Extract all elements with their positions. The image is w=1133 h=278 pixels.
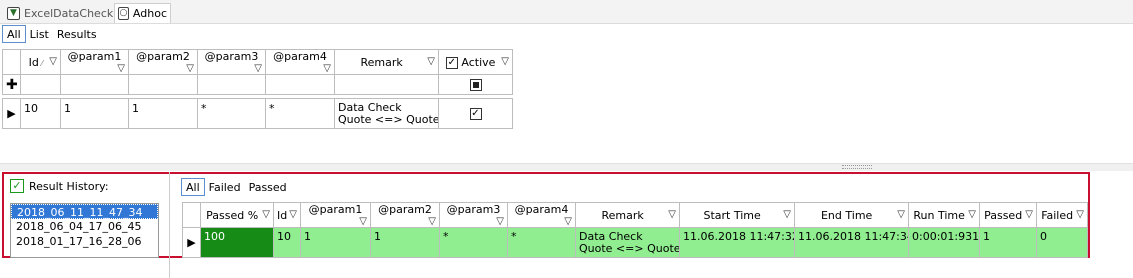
col-param1-header[interactable]: @param1 ▽ — [60, 49, 129, 75]
splitter-grip[interactable] — [842, 165, 872, 169]
top-subtabs: All List Results — [2, 25, 101, 43]
col-id-header[interactable]: Id ▽ — [273, 202, 301, 228]
col-param2-header[interactable]: @param2 ▽ — [370, 202, 440, 228]
filter-icon[interactable]: ▽ — [289, 209, 297, 220]
col-param3-header[interactable]: @param3 ▽ — [197, 49, 266, 75]
filter-icon[interactable]: ▽ — [323, 63, 331, 74]
filter-icon[interactable]: ▽ — [117, 63, 125, 74]
result-history-header: ✓ Result History: — [10, 179, 109, 193]
panel-divider — [169, 172, 170, 278]
filter-icon[interactable]: ▽ — [262, 209, 270, 220]
definition-grid: Id ⁄ ▽ @param1 ▽ @param2 ▽ @param3 ▽ @param4… — [2, 49, 513, 129]
new-row[interactable]: ✚ — [2, 74, 513, 95]
col-end-time-header[interactable]: End Time ▽ — [794, 202, 909, 228]
tab-all[interactable]: All — [181, 178, 205, 196]
col-param1-header[interactable]: @param1 ▽ — [300, 202, 371, 228]
remark-cell[interactable]: Data Check Quote <=> Quote1 — [575, 227, 680, 258]
col-start-time-header[interactable]: Start Time ▽ — [679, 202, 795, 228]
tab-exceldatacheck[interactable]: ▼ ExcelDataCheck — [4, 3, 116, 23]
remark-cell[interactable]: Data Check Quote <=> Quote1 — [334, 98, 439, 129]
table-row[interactable]: ▶ 10 1 1 * * Data Check Quote <=> Quote1 … — [2, 98, 513, 129]
filter-icon[interactable]: ▽ — [564, 216, 572, 227]
col-param3-header[interactable]: @param3 ▽ — [439, 202, 508, 228]
grid-corner — [2, 49, 21, 75]
filter-icon[interactable]: ▽ — [186, 63, 194, 74]
col-param2-header[interactable]: @param2 ▽ — [128, 49, 198, 75]
list-item[interactable]: 2018_01_17_16_28_06 — [11, 234, 158, 249]
col-param4-header[interactable]: @param4 ▽ — [507, 202, 576, 228]
result-subtabs: All Failed Passed — [181, 178, 291, 196]
row-pointer-icon: ▶ — [2, 98, 21, 129]
tab-label: ExcelDataCheck — [24, 6, 114, 20]
filter-icon[interactable]: ▽ — [359, 216, 367, 227]
col-run-time-header[interactable]: Run Time ▽ — [908, 202, 980, 228]
col-passed-header[interactable]: Passed ▽ — [979, 202, 1037, 228]
filter-icon: ▼ — [7, 6, 20, 20]
tab-all[interactable]: All — [2, 25, 26, 43]
filter-icon[interactable]: ▽ — [427, 56, 435, 67]
filter-icon[interactable]: ▽ — [254, 63, 262, 74]
splitter[interactable] — [0, 163, 1133, 171]
grid-corner — [182, 202, 201, 228]
history-list[interactable]: 2018_06_11_11_47_34 2018_06_04_17_06_45 … — [10, 203, 159, 258]
tab-results[interactable]: Results — [53, 25, 101, 43]
window-icon: ○ — [118, 7, 129, 20]
filter-icon[interactable]: ▽ — [496, 216, 504, 227]
check-icon: ✓ — [10, 179, 24, 193]
filter-icon[interactable]: ▽ — [501, 56, 509, 67]
col-passed-pct-header[interactable]: Passed % ▽ — [200, 202, 274, 228]
filter-icon[interactable]: ▽ — [783, 209, 791, 220]
filter-icon[interactable]: ▽ — [897, 209, 905, 220]
tab-adhoc[interactable]: ○ Adhoc — [114, 3, 171, 23]
table-row[interactable]: ▶ 100 10 1 1 * * Data Check Quote <=> Quo… — [182, 227, 1088, 258]
col-remark-header[interactable]: Remark ▽ — [334, 49, 439, 75]
tab-label: Adhoc — [132, 7, 167, 20]
list-item[interactable]: 2018_06_04_17_06_45 — [11, 219, 158, 234]
row-pointer-icon: ▶ — [182, 227, 201, 258]
results-grid: Passed % ▽ Id ▽ @param1 ▽ @param2 ▽ @param3 ▽… — [182, 202, 1088, 258]
active-checkbox[interactable]: ✓ — [469, 108, 482, 120]
col-remark-header[interactable]: Remark ▽ — [575, 202, 680, 228]
filter-icon[interactable]: ▽ — [1025, 209, 1033, 220]
filter-icon[interactable]: ▽ — [49, 56, 57, 67]
col-param4-header[interactable]: @param4 ▽ — [265, 49, 335, 75]
add-row-icon[interactable]: ✚ — [2, 74, 21, 95]
indeterminate-checkbox[interactable] — [469, 79, 482, 91]
filter-icon[interactable]: ▽ — [668, 209, 676, 220]
list-item[interactable]: 2018_06_11_11_47_34 — [11, 204, 158, 219]
checkbox-icon[interactable]: ✓ — [445, 56, 458, 69]
filter-icon[interactable]: ▽ — [1076, 209, 1084, 220]
filter-icon[interactable]: ▽ — [428, 216, 436, 227]
tab-passed[interactable]: Passed — [245, 178, 291, 196]
tab-failed[interactable]: Failed — [205, 178, 245, 196]
col-active-header[interactable]: ✓ Active ▽ — [438, 49, 513, 75]
filter-icon[interactable]: ▽ — [968, 209, 976, 220]
col-id-header[interactable]: Id ⁄ ▽ — [20, 49, 61, 75]
col-failed-header[interactable]: Failed ▽ — [1036, 202, 1088, 228]
tab-list[interactable]: List — [26, 25, 53, 43]
